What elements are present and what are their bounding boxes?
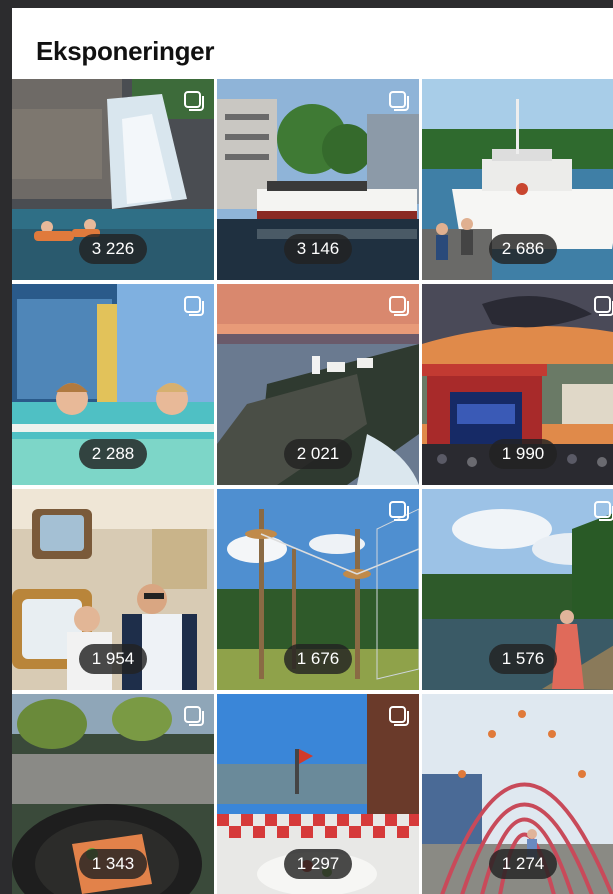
- exposure-count-badge: 1 343: [79, 849, 147, 879]
- post-tile[interactable]: 3 146: [217, 79, 419, 280]
- exposure-count-badge: 1 274: [489, 849, 557, 879]
- multiple-images-icon: [389, 706, 409, 726]
- exposure-count-badge: 1 954: [79, 644, 147, 674]
- multiple-images-icon: [594, 296, 613, 316]
- post-tile[interactable]: 1 954: [12, 489, 214, 690]
- post-tile[interactable]: 2 288: [12, 284, 214, 485]
- exposure-count-badge: 2 686: [489, 234, 557, 264]
- post-tile[interactable]: 1 576: [422, 489, 613, 690]
- post-tile[interactable]: 3 226: [12, 79, 214, 280]
- post-tile[interactable]: 1 297: [217, 694, 419, 894]
- post-tile[interactable]: 1 274: [422, 694, 613, 894]
- exposure-count-badge: 2 021: [284, 439, 352, 469]
- multiple-images-icon: [594, 501, 613, 521]
- exposure-count-badge: 3 146: [284, 234, 352, 264]
- exposure-count-badge: 3 226: [79, 234, 147, 264]
- exposures-panel: Eksponeringer 3 226 3 146 2 686 2 288 2 …: [12, 8, 613, 894]
- multiple-images-icon: [389, 296, 409, 316]
- multiple-images-icon: [389, 91, 409, 111]
- post-grid: 3 226 3 146 2 686 2 288 2 021 1 990 1 95…: [12, 79, 613, 894]
- window-top-strip: [0, 0, 613, 8]
- multiple-images-icon: [389, 501, 409, 521]
- post-tile[interactable]: 1 676: [217, 489, 419, 690]
- post-tile[interactable]: 1 343: [12, 694, 214, 894]
- exposure-count-badge: 1 676: [284, 644, 352, 674]
- exposure-count-badge: 1 297: [284, 849, 352, 879]
- post-tile[interactable]: 2 021: [217, 284, 419, 485]
- post-tile[interactable]: 2 686: [422, 79, 613, 280]
- exposure-count-badge: 2 288: [79, 439, 147, 469]
- multiple-images-icon: [184, 706, 204, 726]
- page-title: Eksponeringer: [36, 36, 215, 66]
- post-tile[interactable]: 1 990: [422, 284, 613, 485]
- exposure-count-badge: 1 990: [489, 439, 557, 469]
- multiple-images-icon: [184, 91, 204, 111]
- exposure-count-badge: 1 576: [489, 644, 557, 674]
- multiple-images-icon: [184, 296, 204, 316]
